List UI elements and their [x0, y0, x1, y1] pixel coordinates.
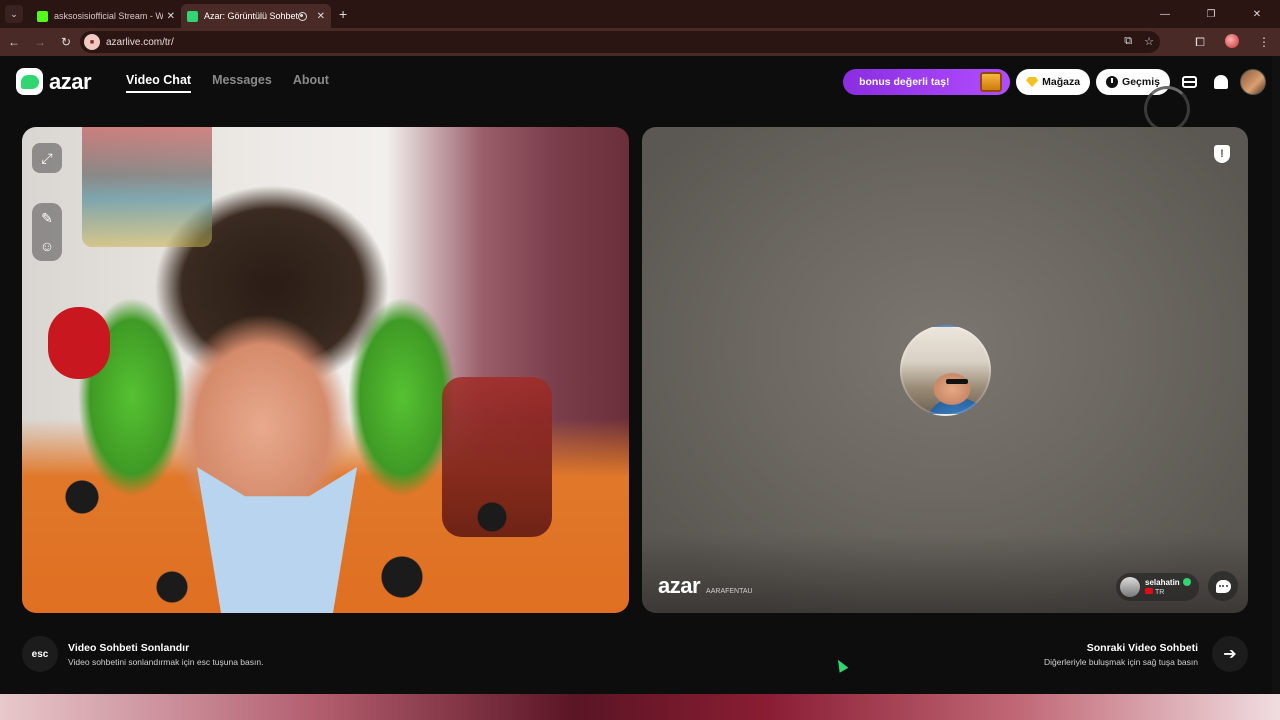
watermark-logo: azar: [658, 573, 701, 598]
restore-icon[interactable]: ❐: [1188, 0, 1234, 28]
bookmark-star-icon[interactable]: ☆: [1144, 35, 1154, 48]
arrow-right-icon: ➔: [1223, 646, 1237, 663]
extensions-icon[interactable]: ⧠: [1184, 35, 1216, 50]
azar-logo[interactable]: azar: [16, 68, 92, 95]
loading-spinner: [1144, 86, 1190, 132]
new-tab-button[interactable]: +: [339, 6, 347, 22]
azar-watermark: azar AARAFENTAU: [658, 573, 753, 599]
bell-icon: [1214, 75, 1228, 89]
inbox-icon: [1181, 76, 1197, 88]
turkey-flag-icon: [1145, 587, 1153, 594]
close-window-icon[interactable]: ✕: [1234, 0, 1280, 28]
close-icon[interactable]: ✕: [317, 11, 325, 22]
azar-app: azar Video Chat Messages About bonus değ…: [0, 56, 1280, 694]
end-chat-title: Video Sohbeti Sonlandır: [68, 641, 190, 654]
watermark-id: AARAFENTAU: [706, 588, 753, 595]
recording-icon: [297, 11, 307, 21]
background-shelf: [82, 127, 212, 247]
next-chat-button[interactable]: ➔: [1212, 636, 1248, 672]
expand-button[interactable]: ⤢: [32, 143, 62, 173]
peer-mini-avatar: [1120, 577, 1140, 597]
notifications-button[interactable]: [1208, 69, 1234, 95]
url-text[interactable]: azarlive.com/tr/: [106, 37, 174, 48]
end-chat-subtitle: Video sohbetini sonlandırmak için esc tu…: [68, 656, 264, 667]
overlay-webcam-strip: [0, 694, 1280, 720]
nav-video-chat[interactable]: Video Chat: [126, 73, 192, 93]
gem-icon: [1026, 77, 1039, 87]
peer-info-chip[interactable]: selahatin TR: [1116, 573, 1199, 601]
kick-favicon-icon: [37, 10, 48, 22]
minimize-icon[interactable]: —: [1142, 0, 1188, 28]
effects-group: ✎ ☺: [32, 203, 62, 261]
next-chat-hint: Sonraki Video Sohbeti Diğerleriyle buluş…: [1044, 636, 1248, 672]
main-nav: Video Chat Messages About: [126, 73, 329, 93]
nav-about[interactable]: About: [293, 73, 329, 93]
tab-title: Azar: Görüntülü Sohbet & Y: [204, 11, 298, 21]
background-heart-pillow: [48, 307, 110, 379]
tab-search-button[interactable]: ⌄: [5, 5, 23, 23]
face-filter-icon[interactable]: ☺: [40, 237, 54, 255]
chat-button[interactable]: [1208, 571, 1238, 601]
bonus-label: bonus değerli taş!: [859, 76, 950, 88]
self-video: ⤢ ✎ ☺: [22, 127, 629, 613]
back-icon[interactable]: ←: [2, 35, 26, 49]
browser-tab-bar: ⌄ asksosisiofficial Stream - Watch ✕ Aza…: [0, 0, 1280, 28]
profile-icon[interactable]: [1216, 33, 1248, 51]
omnibox[interactable]: ■ azarlive.com/tr/ ⧉ ☆: [80, 31, 1160, 53]
reload-icon[interactable]: ↻: [54, 35, 78, 49]
peer-name: selahatin: [1145, 577, 1180, 587]
nav-messages[interactable]: Messages: [212, 73, 272, 93]
history-label: Geçmiş: [1122, 76, 1160, 88]
peer-profile-thumbnail: [900, 325, 991, 416]
verified-icon: [1182, 577, 1191, 586]
next-chat-subtitle: Diğerleriyle buluşmak için sağ tuşa bası…: [1043, 656, 1198, 667]
address-toolbar: ← → ↻ ■ azarlive.com/tr/ ⧉ ☆ ⧠ ⋮: [0, 28, 1280, 56]
azar-logo-icon: [16, 68, 43, 95]
expand-icon: ⤢: [41, 150, 53, 166]
bonus-gem-button[interactable]: bonus değerli taş!: [843, 69, 1011, 95]
logo-text: azar: [49, 68, 92, 94]
store-label: Mağaza: [1042, 76, 1081, 88]
clock-icon: [1106, 76, 1119, 88]
video-side-tools: ⤢ ✎ ☺: [32, 143, 62, 261]
end-chat-hint: esc Video Sohbeti Sonlandır Video sohbet…: [22, 636, 263, 672]
avatar[interactable]: [1240, 69, 1266, 95]
forward-icon[interactable]: →: [28, 35, 52, 49]
camera-in-use-icon[interactable]: ■: [84, 34, 100, 50]
browser-menu-icon[interactable]: ⋮: [1248, 35, 1280, 49]
magic-wand-icon[interactable]: ✎: [41, 209, 53, 227]
scrollbar[interactable]: [1272, 56, 1280, 694]
next-chat-title: Sonraki Video Sohbeti: [1086, 641, 1198, 654]
treasure-chest-icon: [980, 72, 1003, 92]
report-shield-icon[interactable]: !: [1214, 145, 1230, 163]
azar-favicon-icon: [187, 10, 198, 22]
close-icon[interactable]: ✕: [167, 11, 175, 22]
peer-video: ! azar AARAFENTAU selahatin TR: [642, 127, 1248, 613]
peer-country: TR: [1155, 588, 1165, 596]
tab-title: asksosisiofficial Stream - Watch: [54, 11, 163, 21]
chat-bubble-icon: [1215, 579, 1231, 593]
tab-azar[interactable]: Azar: Görüntülü Sohbet & Y ✕: [181, 4, 331, 28]
install-app-icon[interactable]: ⧉: [1124, 35, 1132, 48]
esc-button[interactable]: esc: [22, 636, 58, 672]
tab-kick-stream[interactable]: asksosisiofficial Stream - Watch ✕: [31, 4, 181, 28]
mouse-cursor: [833, 657, 849, 673]
window-controls: — ❐ ✕: [1142, 0, 1280, 28]
top-actions: bonus değerli taş! Mağaza Geçmiş: [843, 69, 1266, 95]
store-button[interactable]: Mağaza: [1016, 69, 1091, 95]
